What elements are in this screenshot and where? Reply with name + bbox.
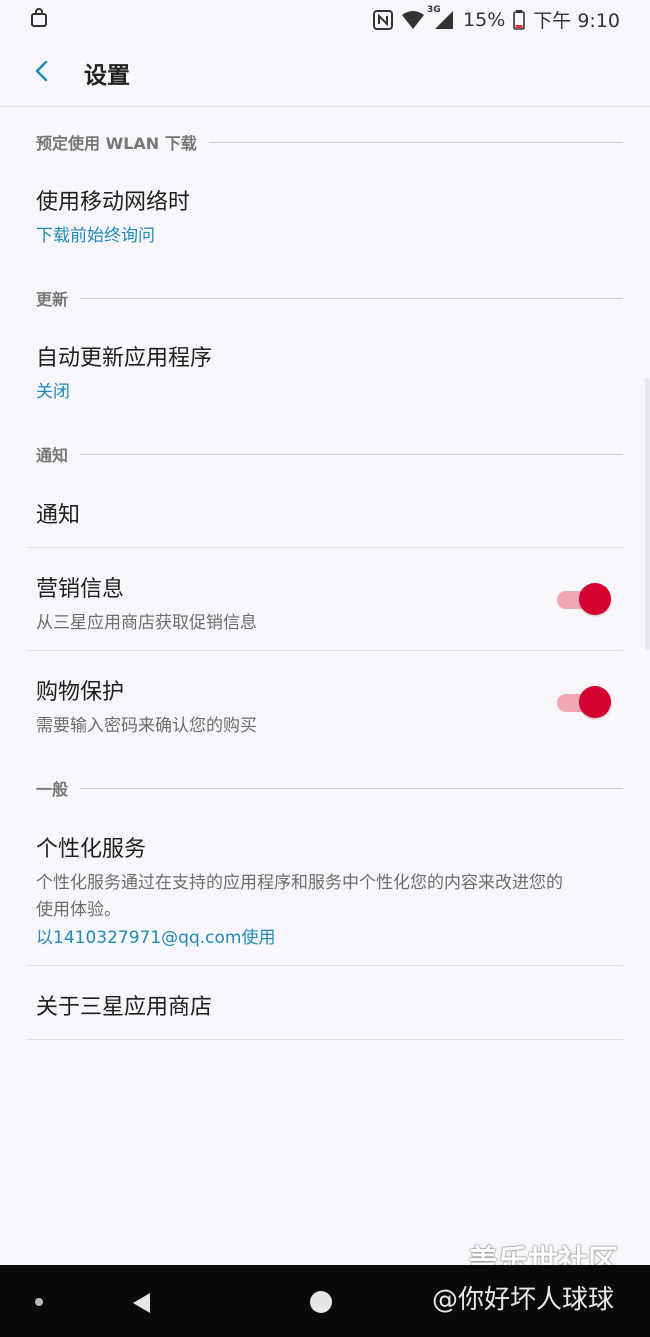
battery-percent: 15% — [463, 8, 506, 31]
section-header-label: 一般 — [36, 780, 69, 799]
shopping-protection-toggle[interactable] — [555, 685, 611, 719]
chevron-left-icon — [35, 60, 48, 82]
section-header-wlan: 预定使用 WLAN 下载 — [36, 130, 623, 154]
section-divider — [80, 297, 623, 299]
notifications-setting[interactable]: 通知 — [36, 497, 80, 529]
row-divider — [26, 1039, 623, 1040]
section-header-label: 通知 — [36, 446, 69, 465]
nav-home-button[interactable] — [310, 1291, 332, 1313]
shopping-bag-icon — [30, 8, 48, 32]
page-title: 设置 — [84, 63, 130, 89]
battery-icon — [513, 9, 526, 30]
toggle-thumb — [579, 686, 611, 718]
setting-description: 需要输入密码来确认您的购买 — [36, 716, 257, 736]
account-label: 以1410327971@qq.com使用 — [36, 928, 276, 948]
nfc-icon — [373, 9, 394, 30]
about-galaxy-store[interactable]: 关于三星应用商店 — [36, 989, 212, 1021]
row-divider — [26, 547, 623, 548]
section-divider — [80, 787, 623, 789]
setting-description-cont: 使用体验。 — [36, 900, 121, 920]
section-header-label: 预定使用 WLAN 下载 — [36, 134, 197, 153]
setting-value: 关闭 — [36, 382, 70, 402]
setting-title: 个性化服务 — [36, 837, 147, 862]
scrollbar[interactable] — [645, 378, 650, 650]
section-header-notify: 通知 — [36, 442, 623, 466]
section-header-label: 更新 — [36, 290, 69, 309]
watermark-user: @你好坏人球球 — [432, 1285, 615, 1315]
triangle-back-icon — [133, 1293, 150, 1313]
row-divider — [26, 965, 623, 966]
setting-description: 从三星应用商店获取促销信息 — [36, 613, 257, 633]
app-bar: 设置 — [0, 36, 650, 107]
marketing-toggle[interactable] — [555, 582, 611, 616]
section-header-update: 更新 — [36, 286, 623, 310]
section-divider — [208, 141, 623, 143]
network-type-label: 3G — [427, 4, 441, 15]
navigation-bar: @你好坏人球球 — [0, 1265, 650, 1337]
clock: 下午 9:10 — [533, 10, 620, 32]
setting-value: 下载前始终询问 — [36, 226, 155, 246]
row-divider — [26, 650, 623, 651]
setting-title: 购物保护 — [36, 680, 125, 705]
setting-description: 个性化服务通过在支持的应用程序和服务中个性化您的内容来改进您的 — [36, 873, 563, 893]
back-button[interactable] — [28, 54, 58, 88]
nav-back-button[interactable] — [130, 1291, 152, 1319]
nav-hide-dot[interactable] — [35, 1298, 43, 1306]
setting-title: 自动更新应用程序 — [36, 346, 213, 371]
status-bar: 3G 15% 下午 9:10 — [0, 0, 650, 36]
section-header-general: 一般 — [36, 776, 623, 800]
signal-icon: 3G — [427, 5, 455, 31]
section-divider — [80, 453, 623, 455]
setting-title: 使用移动网络时 — [36, 190, 191, 215]
wifi-icon — [401, 10, 425, 30]
setting-title: 营销信息 — [36, 577, 125, 602]
toggle-thumb — [579, 583, 611, 615]
